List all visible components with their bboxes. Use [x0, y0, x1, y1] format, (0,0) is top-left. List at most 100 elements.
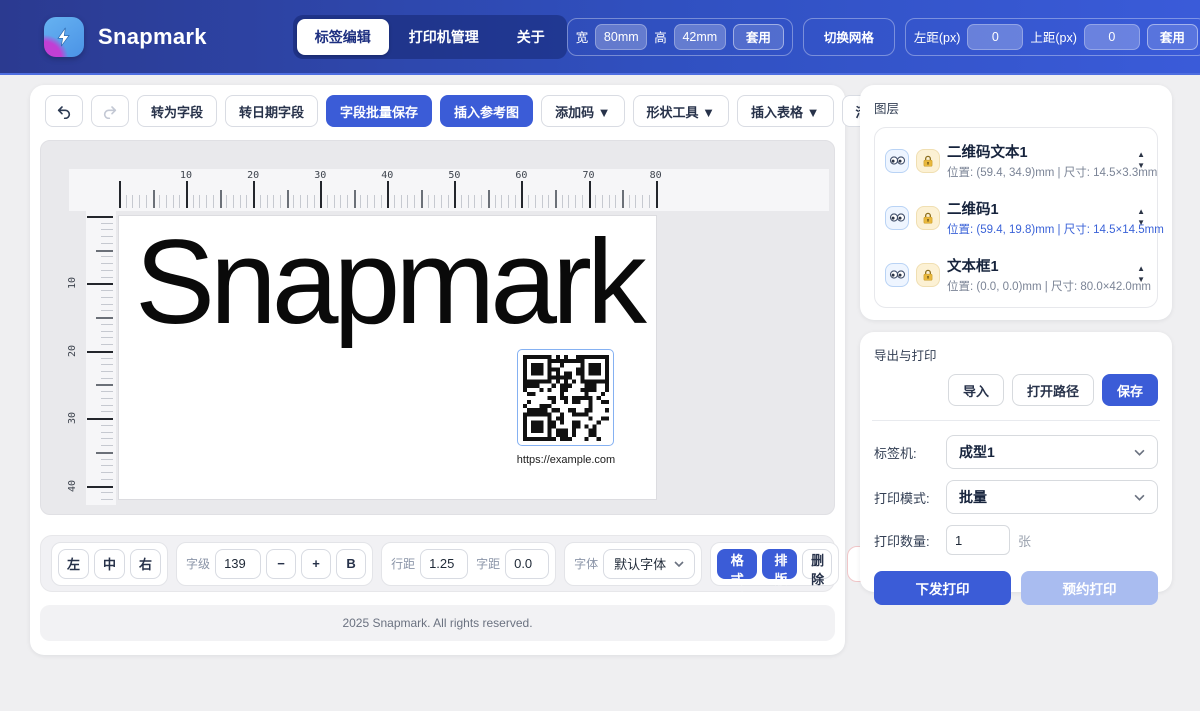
print-mode-row: 打印模式: 批量 — [874, 480, 1158, 514]
lock-icon — [921, 154, 935, 168]
layer-info: 二维码1 位置: (59.4, 19.8)mm | 尺寸: 14.5×14.5m… — [947, 198, 1128, 237]
print-actions: 下发打印 预约打印 — [874, 571, 1158, 605]
height-input[interactable] — [674, 24, 726, 50]
h-ruler-label: 10 — [180, 170, 192, 181]
redo-button[interactable] — [91, 95, 129, 127]
visibility-toggle-button[interactable] — [885, 206, 909, 230]
print-mode-select[interactable]: 批量 — [946, 480, 1158, 514]
layer-meta: 位置: (59.4, 34.9)mm | 尺寸: 14.5×3.3mm — [947, 164, 1128, 180]
print-count-input[interactable] — [946, 525, 1010, 555]
nav-tab[interactable]: 关于 — [499, 19, 563, 55]
line-height-label: 行距 — [388, 555, 415, 572]
lock-toggle-button[interactable] — [916, 149, 940, 173]
v-ruler-label: 10 — [66, 271, 78, 295]
font-size-increase-button[interactable]: + — [301, 549, 331, 579]
redo-icon — [102, 103, 118, 119]
move-layer-up-button[interactable]: ▲ — [1135, 207, 1147, 217]
shape-tools-dropdown[interactable]: 形状工具 ▼ — [633, 95, 729, 127]
nav-tab[interactable]: 打印机管理 — [391, 19, 497, 55]
v-ruler: 10203040 — [86, 199, 116, 505]
layout-button[interactable]: 排版 — [762, 549, 797, 579]
open-path-button[interactable]: 打开路径 — [1012, 374, 1094, 406]
export-print-panel: 导出与打印 导入 打开路径 保存 标签机: 成型1 打印模式: 批量 打印数量:… — [860, 332, 1172, 592]
apply-size-button[interactable]: 套用 — [733, 24, 784, 50]
h-ruler-label: 50 — [448, 170, 460, 181]
font-size-decrease-button[interactable]: − — [266, 549, 296, 579]
h-ruler-label: 30 — [314, 170, 326, 181]
h-ruler: 1020304050607080 — [69, 169, 829, 211]
move-layer-down-button[interactable]: ▼ — [1135, 218, 1147, 228]
chevron-down-icon — [1134, 494, 1145, 501]
layer-row[interactable]: 二维码文本1 位置: (59.4, 34.9)mm | 尺寸: 14.5×3.3… — [885, 132, 1147, 189]
h-ruler-label: 60 — [515, 170, 527, 181]
grid-toggle-group: 切换网格 — [803, 18, 895, 56]
layer-row[interactable]: 文本框1 位置: (0.0, 0.0)mm | 尺寸: 80.0×42.0mm … — [885, 246, 1147, 303]
layer-name: 文本框1 — [947, 255, 1128, 276]
print-mode-value: 批量 — [959, 487, 1134, 507]
printer-label: 标签机: — [874, 443, 938, 462]
lock-toggle-button[interactable] — [916, 263, 940, 287]
qr-code-svg — [523, 355, 609, 441]
layer-name: 二维码1 — [947, 198, 1128, 219]
move-layer-down-button[interactable]: ▼ — [1135, 275, 1147, 285]
lock-icon — [921, 211, 935, 225]
width-input[interactable] — [595, 24, 647, 50]
toggle-grid-button[interactable]: 切换网格 — [812, 24, 886, 50]
font-family-value: 默认字体 — [614, 554, 666, 573]
v-ruler-label: 30 — [66, 406, 78, 430]
move-layer-down-button[interactable]: ▼ — [1135, 161, 1147, 171]
h-ruler-label: 80 — [650, 170, 662, 181]
lock-icon — [921, 268, 935, 282]
visibility-toggle-button[interactable] — [885, 149, 909, 173]
layer-info: 文本框1 位置: (0.0, 0.0)mm | 尺寸: 80.0×42.0mm — [947, 255, 1128, 294]
editor-panel: 转为字段 转日期字段 字段批量保存 插入参考图 添加码 ▼ 形状工具 ▼ 插入表… — [30, 85, 845, 655]
layer-row[interactable]: 二维码1 位置: (59.4, 19.8)mm | 尺寸: 14.5×14.5m… — [885, 189, 1147, 246]
add-code-dropdown[interactable]: 添加码 ▼ — [541, 95, 624, 127]
qr-caption-text[interactable]: https://example.com — [495, 454, 637, 466]
line-height-input[interactable] — [420, 549, 468, 579]
layer-name: 二维码文本1 — [947, 141, 1128, 162]
move-layer-up-button[interactable]: ▲ — [1135, 150, 1147, 160]
format-bar: 左 中 右 字级 − + B 行距 字距 字体 默认字体 — [40, 535, 835, 592]
qr-code-element[interactable] — [517, 349, 614, 446]
convert-field-button[interactable]: 转为字段 — [137, 95, 217, 127]
convert-date-field-button[interactable]: 转日期字段 — [225, 95, 318, 127]
save-button[interactable]: 保存 — [1102, 374, 1158, 406]
layer-reorder-controls: ▲ ▼ — [1135, 207, 1147, 228]
move-layer-up-button[interactable]: ▲ — [1135, 264, 1147, 274]
font-size-label: 字级 — [183, 555, 210, 572]
printer-value: 成型1 — [959, 442, 1134, 462]
top-offset-input[interactable] — [1084, 24, 1140, 50]
import-button[interactable]: 导入 — [948, 374, 1004, 406]
bold-button[interactable]: B — [336, 549, 366, 579]
label-text-element[interactable]: Snapmark — [135, 216, 642, 354]
undo-button[interactable] — [45, 95, 83, 127]
nav-tab[interactable]: 标签编辑 — [297, 19, 389, 55]
app-logo — [44, 17, 84, 57]
label-canvas[interactable]: Snapmark https://example.com — [119, 216, 656, 499]
insert-table-dropdown[interactable]: 插入表格 ▼ — [737, 95, 833, 127]
align-center-button[interactable]: 中 — [94, 549, 125, 579]
delete-button[interactable]: 删除 — [802, 549, 832, 579]
label-size-group: 宽 高 套用 — [567, 18, 793, 56]
canvas-area: 1020304050607080 10203040 Snapmark https… — [40, 140, 835, 515]
h-ruler-label: 40 — [381, 170, 393, 181]
batch-save-fields-button[interactable]: 字段批量保存 — [326, 95, 432, 127]
apply-offset-button[interactable]: 套用 — [1147, 24, 1198, 50]
letter-spacing-input[interactable] — [505, 549, 549, 579]
left-offset-input[interactable] — [967, 24, 1023, 50]
font-family-select[interactable]: 默认字体 — [603, 549, 695, 579]
format-painter-button[interactable]: 格式刷 — [717, 549, 757, 579]
top-offset-label: 上距(px) — [1030, 27, 1077, 46]
align-left-button[interactable]: 左 — [58, 549, 89, 579]
align-right-button[interactable]: 右 — [130, 549, 161, 579]
footer: 2025 Snapmark. All rights reserved. — [40, 605, 835, 641]
print-now-button[interactable]: 下发打印 — [874, 571, 1011, 605]
insert-reference-button[interactable]: 插入参考图 — [440, 95, 533, 127]
print-schedule-button[interactable]: 预约打印 — [1021, 571, 1158, 605]
lock-toggle-button[interactable] — [916, 206, 940, 230]
align-group: 左 中 右 — [51, 542, 168, 586]
printer-select[interactable]: 成型1 — [946, 435, 1158, 469]
visibility-toggle-button[interactable] — [885, 263, 909, 287]
font-size-input[interactable] — [215, 549, 261, 579]
